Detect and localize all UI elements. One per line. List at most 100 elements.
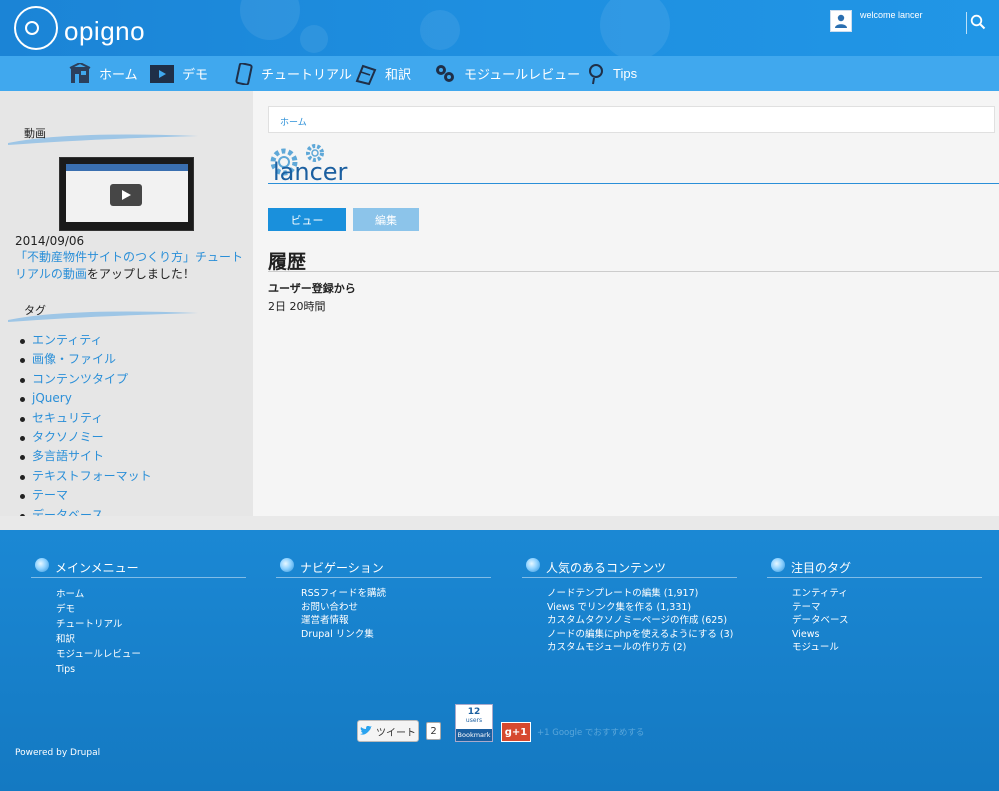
footer-link-list: エンティティ テーマ データベース Views モジュール [767, 587, 982, 655]
footer-column-title: メインメニュー [55, 561, 139, 575]
tag-link[interactable]: セキュリティ [20, 409, 152, 428]
footer-column-header: メインメニュー [31, 556, 246, 578]
powered-by[interactable]: Powered by Drupal [15, 748, 100, 758]
footer-link[interactable]: Views でリンク集を作る (1,331) [522, 601, 737, 615]
footer-link[interactable]: モジュール [767, 641, 982, 655]
tag-link[interactable]: 多言語サイト [20, 447, 152, 466]
bubble-icon [280, 558, 294, 572]
nav-item-module-review[interactable]: モジュールレビュー [434, 56, 580, 91]
post-date: 2014/09/06 [15, 234, 85, 248]
footer-link-list: ホーム デモ チュートリアル 和訳 モジュールレビュー Tips [31, 587, 246, 677]
footer-link[interactable]: Tips [31, 662, 246, 677]
module-icon [434, 63, 456, 85]
nav-item-label: デモ [182, 67, 209, 82]
nav-item-home[interactable]: ホーム [69, 56, 138, 91]
gplus-button[interactable]: g+1 [501, 722, 531, 742]
footer-link-list: ノードテンプレートの編集 (1,917) Views でリンク集を作る (1,3… [522, 587, 737, 655]
footer-column-main-menu: メインメニュー ホーム デモ チュートリアル 和訳 モジュールレビュー Tips [31, 556, 246, 677]
footer-link[interactable]: データベース [767, 614, 982, 628]
footer-column-navigation: ナビゲーション RSSフィードを購読 お問い合わせ 運営者情報 Drupal リ… [276, 556, 491, 641]
footer-link[interactable]: エンティティ [767, 587, 982, 601]
nav-item-tips[interactable]: Tips [587, 56, 637, 91]
footer-link[interactable]: カスタムモジュールの作り方 (2) [522, 641, 737, 655]
sidebar: 動画 2014/09/06 「不動産物件サイトのつくり方」チュートリアルの動画を… [0, 91, 253, 516]
nav-item-label: チュートリアル [261, 67, 352, 82]
footer-link[interactable]: Drupal リンク集 [276, 628, 491, 642]
footer-link[interactable]: 和訳 [31, 632, 246, 647]
tab-view[interactable]: ビュー [268, 208, 346, 231]
tag-link[interactable]: データベース [20, 506, 152, 516]
breadcrumb-home[interactable]: ホーム [280, 118, 307, 128]
bookmark-label: Bookmark [456, 729, 492, 741]
footer-column-header: 注目のタグ [767, 556, 982, 578]
user-icon [835, 14, 847, 28]
twitter-icon [360, 726, 372, 735]
search-icon[interactable] [970, 14, 986, 30]
tweet-button[interactable]: ツイート [357, 720, 419, 742]
divider [966, 12, 967, 34]
nav-item-label: モジュールレビュー [464, 67, 581, 82]
footer-link[interactable]: RSSフィードを購読 [276, 587, 491, 601]
nav-item-tutorial[interactable]: チュートリアル [235, 56, 352, 91]
footer-column-popular: 人気のあるコンテンツ ノードテンプレートの編集 (1,917) Views でリ… [522, 556, 737, 655]
tag-link[interactable]: テーマ [20, 486, 152, 505]
avatar[interactable] [830, 10, 852, 32]
tag-link[interactable]: 画像・ファイル [20, 350, 152, 369]
nav-item-translation[interactable]: 和訳 [355, 56, 411, 91]
lightbulb-icon [587, 63, 605, 85]
decoration [600, 0, 670, 56]
nav-item-label: ホーム [99, 67, 138, 82]
footer-column-title: 注目のタグ [791, 561, 852, 575]
nav-item-label: Tips [613, 66, 638, 81]
page-title: lancer [273, 158, 348, 186]
footer-link[interactable]: カスタムタクソノミーページの作成 (625) [522, 614, 737, 628]
tag-link[interactable]: コンテンツタイプ [20, 370, 152, 389]
site-footer: メインメニュー ホーム デモ チュートリアル 和訳 モジュールレビュー Tips… [0, 516, 999, 791]
tag-link[interactable]: テキストフォーマット [20, 467, 152, 486]
phone-book-icon [235, 62, 253, 85]
tag-link[interactable]: エンティティ [20, 331, 152, 350]
footer-column-title: ナビゲーション [300, 561, 384, 575]
site-logo[interactable]: opigno [14, 6, 145, 50]
tag-link[interactable]: jQuery [20, 389, 152, 408]
hatena-bookmark-button[interactable]: 12 users Bookmark [455, 704, 493, 742]
footer-link[interactable]: モジュールレビュー [31, 647, 246, 662]
title-underline [268, 183, 999, 184]
bubble-icon [771, 558, 785, 572]
footer-link[interactable]: 運営者情報 [276, 614, 491, 628]
footer-column-header: 人気のあるコンテンツ [522, 556, 737, 578]
footer-link[interactable]: ホーム [31, 587, 246, 602]
title-area: lancer [268, 144, 999, 186]
footer-link[interactable]: お問い合わせ [276, 601, 491, 615]
tag-link[interactable]: タクソノミー [20, 428, 152, 447]
logo-icon [14, 6, 58, 50]
play-icon[interactable] [110, 184, 142, 206]
main-nav: ホーム デモ チュートリアル 和訳 モジュールレビュー Tips [0, 56, 999, 91]
footer-link[interactable]: ノードの編集にphpを使えるようにする (3) [522, 628, 737, 642]
breadcrumb: ホーム [268, 106, 995, 133]
block-title-text: タグ [24, 304, 46, 317]
decoration [420, 10, 460, 50]
footer-link[interactable]: テーマ [767, 601, 982, 615]
section-underline [268, 271, 999, 272]
footer-inner: メインメニュー ホーム デモ チュートリアル 和訳 モジュールレビュー Tips… [0, 530, 999, 791]
footer-link[interactable]: デモ [31, 602, 246, 617]
tab-edit[interactable]: 編集 [353, 208, 419, 231]
section-title: 履歴 [268, 251, 307, 273]
decoration [240, 0, 300, 40]
footer-link[interactable]: Views [767, 628, 982, 642]
book-icon [355, 63, 377, 85]
gplus-text: +1 Google でおすすめする [537, 728, 645, 738]
post-suffix: をアップしました！ [86, 267, 195, 281]
footer-link[interactable]: ノードテンプレートの編集 (1,917) [522, 587, 737, 601]
welcome-text[interactable]: welcome lancer [860, 10, 923, 32]
user-area: welcome lancer [830, 10, 923, 32]
footer-link[interactable]: チュートリアル [31, 617, 246, 632]
field-value: 2日 20時間 [268, 300, 326, 313]
footer-link-list: RSSフィードを購読 お問い合わせ 運営者情報 Drupal リンク集 [276, 587, 491, 641]
footer-column-tags: 注目のタグ エンティティ テーマ データベース Views モジュール [767, 556, 982, 655]
decoration [300, 25, 328, 53]
nav-item-demo[interactable]: デモ [150, 56, 208, 91]
block-title-text: 動画 [24, 127, 46, 140]
video-thumbnail[interactable] [59, 157, 194, 231]
